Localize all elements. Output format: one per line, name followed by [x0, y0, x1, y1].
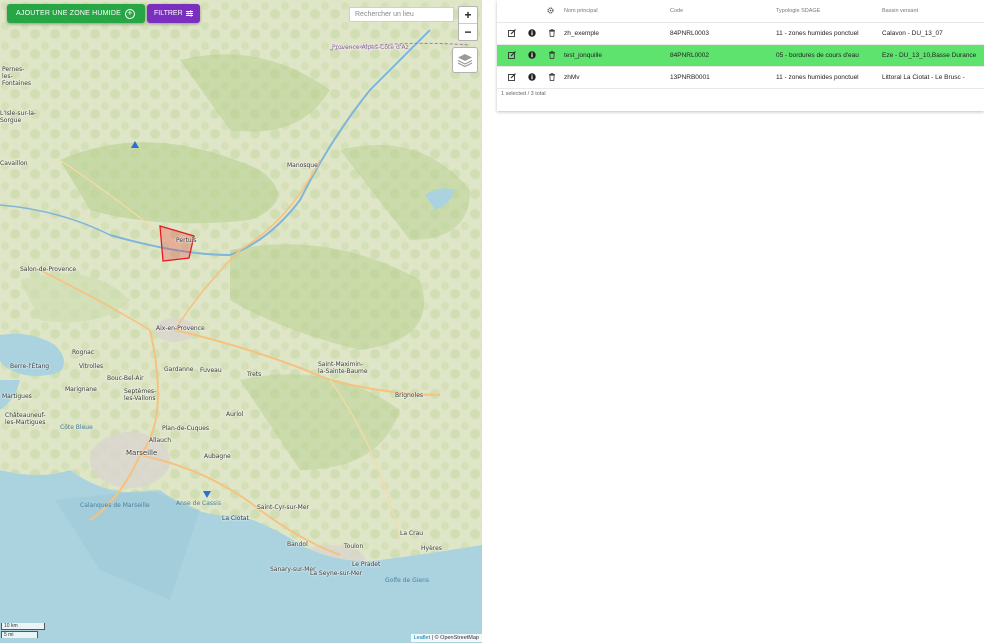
- place-label: Le Pradet: [352, 561, 381, 568]
- settings-column-header[interactable]: [547, 0, 564, 23]
- cell-typologie: 11 - zones humides ponctuel: [776, 22, 882, 45]
- place-label: Plan-de-Cuques: [162, 425, 210, 432]
- wetland-table-panel: Nom principal Code Typologie SDAGE Bassi…: [497, 0, 984, 111]
- filter-button[interactable]: FILTRER: [147, 4, 200, 23]
- table-row[interactable]: zh_exemple 84PNRL0003 11 - zones humides…: [497, 22, 984, 45]
- place-label: Bouc-Bel-Air: [107, 375, 144, 382]
- zoom-in-button[interactable]: +: [459, 7, 477, 23]
- place-label: Côte Bleue: [60, 424, 93, 431]
- add-wetland-button[interactable]: AJOUTER UNE ZONE HUMIDE +: [7, 4, 145, 23]
- place-label: Sanary-sur-Mer: [270, 566, 316, 573]
- place-label: Saint-Maximin-la-Sainte-Baume: [318, 361, 368, 375]
- gear-icon: [547, 6, 554, 14]
- trash-icon[interactable]: [547, 72, 556, 81]
- info-icon[interactable]: [527, 28, 536, 37]
- place-label: Septèmes-les-Vallons: [124, 388, 157, 402]
- place-label: L'Isle-sur-la-Sorgue: [0, 110, 37, 124]
- map-tiles: [0, 0, 482, 643]
- place-label: Auriol: [226, 411, 244, 418]
- info-icon[interactable]: [527, 50, 536, 59]
- trash-icon[interactable]: [547, 28, 556, 37]
- place-label: La Ciotat: [222, 515, 249, 522]
- edit-icon[interactable]: [507, 28, 516, 37]
- place-label: Calanques de Marseille: [80, 502, 150, 509]
- table-header-row: Nom principal Code Typologie SDAGE Bassi…: [497, 0, 984, 23]
- column-header-code[interactable]: Code: [670, 0, 776, 23]
- place-label: Brignoles: [395, 392, 424, 399]
- column-header-nom[interactable]: Nom principal: [564, 0, 670, 23]
- place-label: Châteauneuf-les-Martigues: [5, 412, 46, 426]
- place-label: Saint-Cyr-sur-Mer: [257, 504, 309, 511]
- place-search-input[interactable]: Rechercher un lieu: [349, 7, 454, 22]
- column-header-typologie[interactable]: Typologie SDAGE: [776, 0, 882, 23]
- info-icon[interactable]: [527, 72, 536, 81]
- place-label: Cavaillon: [0, 160, 28, 167]
- add-wetland-label: AJOUTER UNE ZONE HUMIDE: [16, 10, 121, 17]
- table-row[interactable]: zhMv 13PNRB0001 11 - zones humides ponct…: [497, 66, 984, 89]
- cell-code: 84PNRL0003: [670, 22, 776, 45]
- column-header-bassin[interactable]: Bassin versant: [882, 0, 984, 23]
- place-label: Toulon: [344, 543, 364, 550]
- cell-nom: zhMv: [564, 66, 670, 89]
- layers-icon: [457, 54, 473, 67]
- place-label: Anse de Cassis: [176, 500, 221, 507]
- cell-nom: zh_exemple: [564, 22, 670, 45]
- place-label: Marignane: [65, 386, 97, 393]
- sliders-icon: [185, 10, 193, 17]
- map-view[interactable]: Provence-Alpes-Côte d'Az Pernes-les-Font…: [0, 0, 482, 643]
- edit-icon[interactable]: [507, 72, 516, 81]
- map-attribution: Leaflet | © OpenStreetMap: [410, 634, 482, 642]
- layers-button[interactable]: [452, 47, 478, 73]
- table-row-selected[interactable]: test_jonquille 84PNRL0002 05 - bordures …: [497, 44, 984, 67]
- wetland-table: Nom principal Code Typologie SDAGE Bassi…: [497, 0, 984, 89]
- plus-circle-icon: +: [124, 8, 135, 19]
- selection-count: 1 selected / 3 total: [501, 91, 546, 97]
- attribution-text: | © OpenStreetMap: [431, 635, 479, 641]
- place-label: Golfe de Giens: [385, 577, 430, 584]
- place-label: Gardanne: [164, 366, 194, 373]
- cell-bassin: Eze - DU_13_10,Basse Durance: [882, 44, 984, 67]
- place-label: Aix-en-Provence: [156, 325, 205, 332]
- map-marker-icon[interactable]: [202, 489, 212, 499]
- place-label: Salon-de-Provence: [20, 266, 77, 273]
- place-label: Provence-Alpes-Côte d'Az: [332, 44, 409, 51]
- edit-icon[interactable]: [507, 50, 516, 59]
- scale-km: 10 km: [1, 623, 45, 630]
- place-label: Allauch: [149, 437, 172, 444]
- place-label: Pertuis: [176, 237, 197, 244]
- filter-label: FILTRER: [154, 10, 183, 17]
- place-label: Vitrolles: [79, 363, 104, 370]
- trash-icon[interactable]: [547, 50, 556, 59]
- place-label: Bandol: [287, 541, 308, 548]
- map-marker-icon[interactable]: [130, 140, 140, 150]
- cell-typologie: 11 - zones humides ponctuel: [776, 66, 882, 89]
- cell-bassin: Littoral La Ciotat - Le Brusc -: [882, 66, 984, 89]
- cell-nom: test_jonquille: [564, 44, 670, 67]
- zoom-out-button[interactable]: −: [459, 23, 477, 40]
- cell-code: 13PNRB0001: [670, 66, 776, 89]
- place-label: Aubagne: [204, 453, 231, 460]
- cell-typologie: 05 - bordures de cours d'eau: [776, 44, 882, 67]
- place-label: La Seyne-sur-Mer: [310, 570, 363, 577]
- zoom-control: + −: [458, 6, 478, 41]
- place-label: Marseille: [126, 449, 158, 457]
- place-label: Berre-l'Étang: [10, 363, 50, 370]
- cell-bassin: Calavon - DU_13_07: [882, 22, 984, 45]
- cell-code: 84PNRL0002: [670, 44, 776, 67]
- place-label: Martigues: [2, 393, 32, 400]
- place-label: La Crau: [400, 530, 424, 537]
- place-label: Trets: [247, 371, 262, 378]
- place-label: Pernes-les-Fontaines: [2, 66, 32, 87]
- place-label: Hyères: [421, 545, 442, 552]
- place-label: Rognac: [72, 349, 95, 356]
- place-label: Manosque: [287, 162, 318, 169]
- place-label: Fuveau: [200, 367, 222, 374]
- leaflet-link[interactable]: Leaflet: [414, 635, 431, 641]
- scale-mi: 5 mi: [1, 631, 38, 638]
